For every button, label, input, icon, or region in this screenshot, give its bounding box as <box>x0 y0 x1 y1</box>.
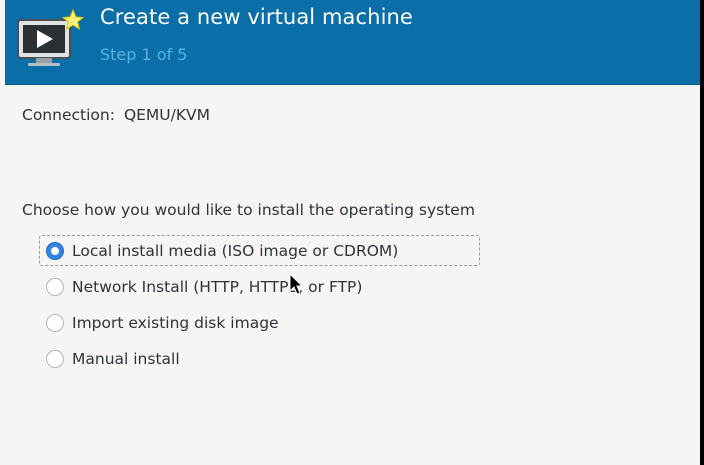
mouse-pointer-icon <box>289 273 303 295</box>
connection-label: Connection: <box>22 106 115 124</box>
radio-dot <box>51 246 59 255</box>
radio-button[interactable] <box>46 314 64 332</box>
connection-row: Connection: QEMU/KVM <box>22 106 210 124</box>
radio-manual-install[interactable]: Manual install <box>46 347 180 371</box>
window-edge <box>0 84 5 465</box>
radio-network-install[interactable]: Network Install (HTTP, HTTPS, or FTP) <box>46 275 362 299</box>
radio-button-selected[interactable] <box>46 241 64 260</box>
new-vm-wizard-window: Create a new virtual machine Step 1 of 5… <box>0 0 700 465</box>
connection-value: QEMU/KVM <box>123 106 211 124</box>
wizard-title: Create a new virtual machine <box>100 5 413 29</box>
radio-label: Network Install (HTTP, HTTPS, or FTP) <box>72 278 363 296</box>
radio-button[interactable] <box>46 278 64 296</box>
wizard-header: Create a new virtual machine Step 1 of 5 <box>5 0 700 85</box>
radio-button[interactable] <box>46 350 64 368</box>
wizard-step-indicator: Step 1 of 5 <box>100 45 188 64</box>
radio-local-install-media[interactable]: Local install media (ISO image or CDROM) <box>39 235 480 266</box>
radio-label: Manual install <box>72 350 180 368</box>
radio-label: Local install media (ISO image or CDROM) <box>72 241 399 260</box>
radio-label: Import existing disk image <box>72 314 279 332</box>
radio-import-disk-image[interactable]: Import existing disk image <box>46 311 279 335</box>
virtual-machine-new-icon <box>17 8 85 66</box>
install-method-question: Choose how you would like to install the… <box>22 201 475 219</box>
